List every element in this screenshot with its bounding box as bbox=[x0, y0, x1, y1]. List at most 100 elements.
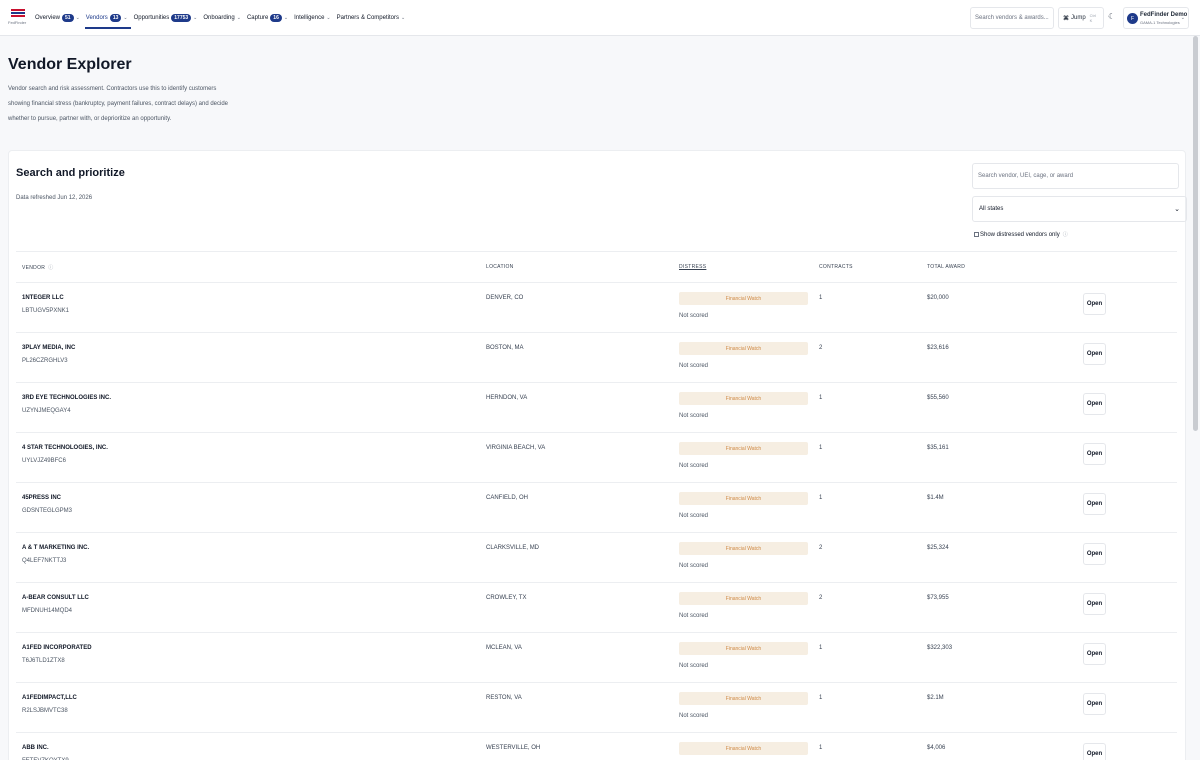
total-award: $35,161 bbox=[927, 445, 949, 451]
open-vendor-button[interactable]: Open bbox=[1083, 393, 1106, 415]
vendor-name[interactable]: ABB INC. bbox=[22, 745, 49, 751]
vendor-table-body: 1NTEGER LLC LBTUGV5PXNK1 DENVER, CO Financi… bbox=[16, 282, 1177, 760]
info-icon[interactable]: ⓘ bbox=[1063, 231, 1068, 238]
chevron-down-icon: ⌄ bbox=[400, 15, 406, 21]
vendor-name[interactable]: A-BEAR CONSULT LLC bbox=[22, 595, 89, 601]
distress-badge: Financial Watch bbox=[679, 442, 808, 455]
table-row: 1NTEGER LLC LBTUGV5PXNK1 DENVER, CO Financi… bbox=[16, 282, 1177, 332]
open-vendor-button[interactable]: Open bbox=[1083, 343, 1106, 365]
table-row: A1FED INCORPORATED T6J6TLD1ZTX8 MCLEAN, VA… bbox=[16, 632, 1177, 682]
open-vendor-button[interactable]: Open bbox=[1083, 593, 1106, 615]
info-icon[interactable]: ⓘ bbox=[48, 264, 53, 271]
chevron-down-icon: ⌄ bbox=[283, 15, 289, 21]
table-row: A & T MARKETING INC. Q4LEF7NKTTJ3 CLARKSVI… bbox=[16, 532, 1177, 582]
page-description: Vendor search and risk assessment. Contr… bbox=[8, 86, 228, 122]
logo-text: FedFinder bbox=[8, 20, 27, 25]
vendor-name[interactable]: A & T MARKETING INC. bbox=[22, 545, 89, 551]
column-header-total-award[interactable]: TOTAL AWARD bbox=[927, 264, 965, 270]
nav-item-capture[interactable]: Capture 16 ⌄ bbox=[246, 0, 293, 36]
open-vendor-button[interactable]: Open bbox=[1083, 443, 1106, 465]
chevron-down-icon: ⌄ bbox=[193, 15, 198, 21]
distress-score: Not scored bbox=[679, 413, 709, 419]
vendor-location: RESTON, VA bbox=[486, 695, 522, 701]
vendor-uei: PL26CZRGHLV3 bbox=[22, 358, 68, 364]
state-select-value: All states bbox=[979, 206, 1004, 212]
open-vendor-button[interactable]: Open bbox=[1083, 743, 1106, 760]
vendor-name[interactable]: 45PRESS INC bbox=[22, 495, 61, 501]
column-header-location[interactable]: LOCATION bbox=[486, 264, 514, 270]
distress-score: Not scored bbox=[679, 313, 709, 319]
avatar: F bbox=[1127, 13, 1138, 24]
contracts-count: 2 bbox=[819, 345, 823, 351]
column-header-vendor-label: VENDOR bbox=[22, 265, 46, 271]
nav-item-overview[interactable]: Overview 51 ⌄ bbox=[34, 0, 85, 36]
distress-badge: Financial Watch bbox=[679, 542, 808, 555]
contracts-count: 1 bbox=[819, 395, 823, 401]
vendor-search-input[interactable]: Search vendor, UEI, cage, or award bbox=[972, 163, 1179, 189]
moon-icon[interactable]: ☾ bbox=[1108, 12, 1118, 24]
open-vendor-button[interactable]: Open bbox=[1083, 543, 1106, 565]
fedfinder-logo[interactable]: FedFinder bbox=[8, 9, 28, 27]
distress-score: Not scored bbox=[679, 663, 709, 669]
vendor-name[interactable]: 3RD EYE TECHNOLOGIES INC. bbox=[22, 395, 111, 401]
nav-item-partners-competitors[interactable]: Partners & Competitors ⌄ bbox=[336, 0, 411, 36]
nav-item-onboarding[interactable]: Onboarding ⌄ bbox=[202, 0, 246, 36]
nav-item-label: Vendors bbox=[85, 15, 108, 21]
contracts-count: 1 bbox=[819, 295, 823, 301]
contracts-count: 2 bbox=[819, 595, 823, 601]
nav-item-label: Capture bbox=[246, 15, 269, 21]
distress-badge: Financial Watch bbox=[679, 742, 808, 755]
vendor-uei: GDSNTEGLGPM3 bbox=[22, 508, 73, 514]
open-vendor-button[interactable]: Open bbox=[1083, 493, 1106, 515]
table-row: 3PLAY MEDIA, INC PL26CZRGHLV3 BOSTON, MA Fi… bbox=[16, 332, 1177, 382]
total-award: $55,560 bbox=[927, 395, 949, 401]
vendor-name[interactable]: 1NTEGER LLC bbox=[22, 295, 64, 301]
vendor-location: CROWLEY, TX bbox=[486, 595, 527, 601]
vendor-uei: Q4LEF7NKTTJ3 bbox=[22, 558, 67, 564]
jump-label: Jump bbox=[1071, 15, 1086, 21]
open-vendor-button[interactable]: Open bbox=[1083, 643, 1106, 665]
distress-score: Not scored bbox=[679, 713, 709, 719]
card-title: Search and prioritize bbox=[16, 167, 125, 179]
contracts-count: 1 bbox=[819, 645, 823, 651]
state-select[interactable]: All states ⌄ bbox=[972, 196, 1187, 222]
total-award: $25,324 bbox=[927, 545, 949, 551]
nav-item-opportunities[interactable]: Opportunities 17753 ⌄ bbox=[133, 0, 203, 36]
vendor-location: WESTERVILLE, OH bbox=[486, 745, 541, 751]
nav-item-intelligence[interactable]: Intelligence ⌄ bbox=[293, 0, 336, 36]
table-row: 4 STAR TECHNOLOGIES, INC. UYLVJZ49BFC6 VIR… bbox=[16, 432, 1177, 482]
distressed-only-checkbox[interactable] bbox=[974, 232, 979, 237]
column-header-distress[interactable]: DISTRESS bbox=[679, 264, 706, 270]
page-title: Vendor Explorer bbox=[8, 56, 132, 73]
page-scrollbar[interactable] bbox=[1193, 36, 1198, 431]
nav-count-badge: 17753 bbox=[171, 14, 192, 22]
nav-count-badge: 13 bbox=[109, 14, 122, 22]
column-header-vendor[interactable]: VENDOR ⓘ bbox=[22, 264, 54, 271]
open-vendor-button[interactable]: Open bbox=[1083, 693, 1106, 715]
chevron-down-icon: ⌄ bbox=[123, 15, 128, 21]
column-header-contracts[interactable]: CONTRACTS bbox=[819, 264, 853, 270]
contracts-count: 2 bbox=[819, 545, 823, 551]
nav-item-label: Partners & Competitors bbox=[336, 15, 399, 21]
vendor-name[interactable]: 4 STAR TECHNOLOGIES, INC. bbox=[22, 445, 108, 451]
distressed-only-toggle[interactable]: Show distressed vendors only ⓘ bbox=[974, 231, 1068, 238]
vendor-name[interactable]: A1FED INCORPORATED bbox=[22, 645, 92, 651]
global-search-input[interactable]: Search vendors & awards... bbox=[970, 7, 1054, 29]
total-award: $73,955 bbox=[927, 595, 949, 601]
jump-button[interactable]: ⌘ Jump Ctrl K bbox=[1058, 7, 1104, 29]
chevron-down-icon: ⌄ bbox=[1174, 206, 1180, 213]
user-menu-button[interactable]: F FedFinder Demo GAMA-1 Technologies ⌄ bbox=[1123, 7, 1189, 29]
jump-shortcut: Ctrl K bbox=[1089, 13, 1096, 23]
vendor-name[interactable]: A1FEDIMPACT,LLC bbox=[22, 695, 77, 701]
vendor-name[interactable]: 3PLAY MEDIA, INC bbox=[22, 345, 75, 351]
chevron-down-icon: ⌄ bbox=[326, 15, 331, 21]
open-vendor-button[interactable]: Open bbox=[1083, 293, 1106, 315]
chevron-down-icon: ⌄ bbox=[75, 15, 80, 21]
vendor-uei: R2LSJBMVTC38 bbox=[22, 708, 68, 714]
table-row: A1FEDIMPACT,LLC R2LSJBMVTC38 RESTON, VA Fin… bbox=[16, 682, 1177, 732]
nav-item-vendors[interactable]: Vendors 13 ⌄ bbox=[84, 0, 133, 36]
chevron-down-icon: ⌄ bbox=[1180, 15, 1185, 21]
contracts-count: 1 bbox=[819, 495, 823, 501]
distressed-only-label: Show distressed vendors only bbox=[980, 231, 1060, 238]
contracts-count: 1 bbox=[819, 695, 823, 701]
